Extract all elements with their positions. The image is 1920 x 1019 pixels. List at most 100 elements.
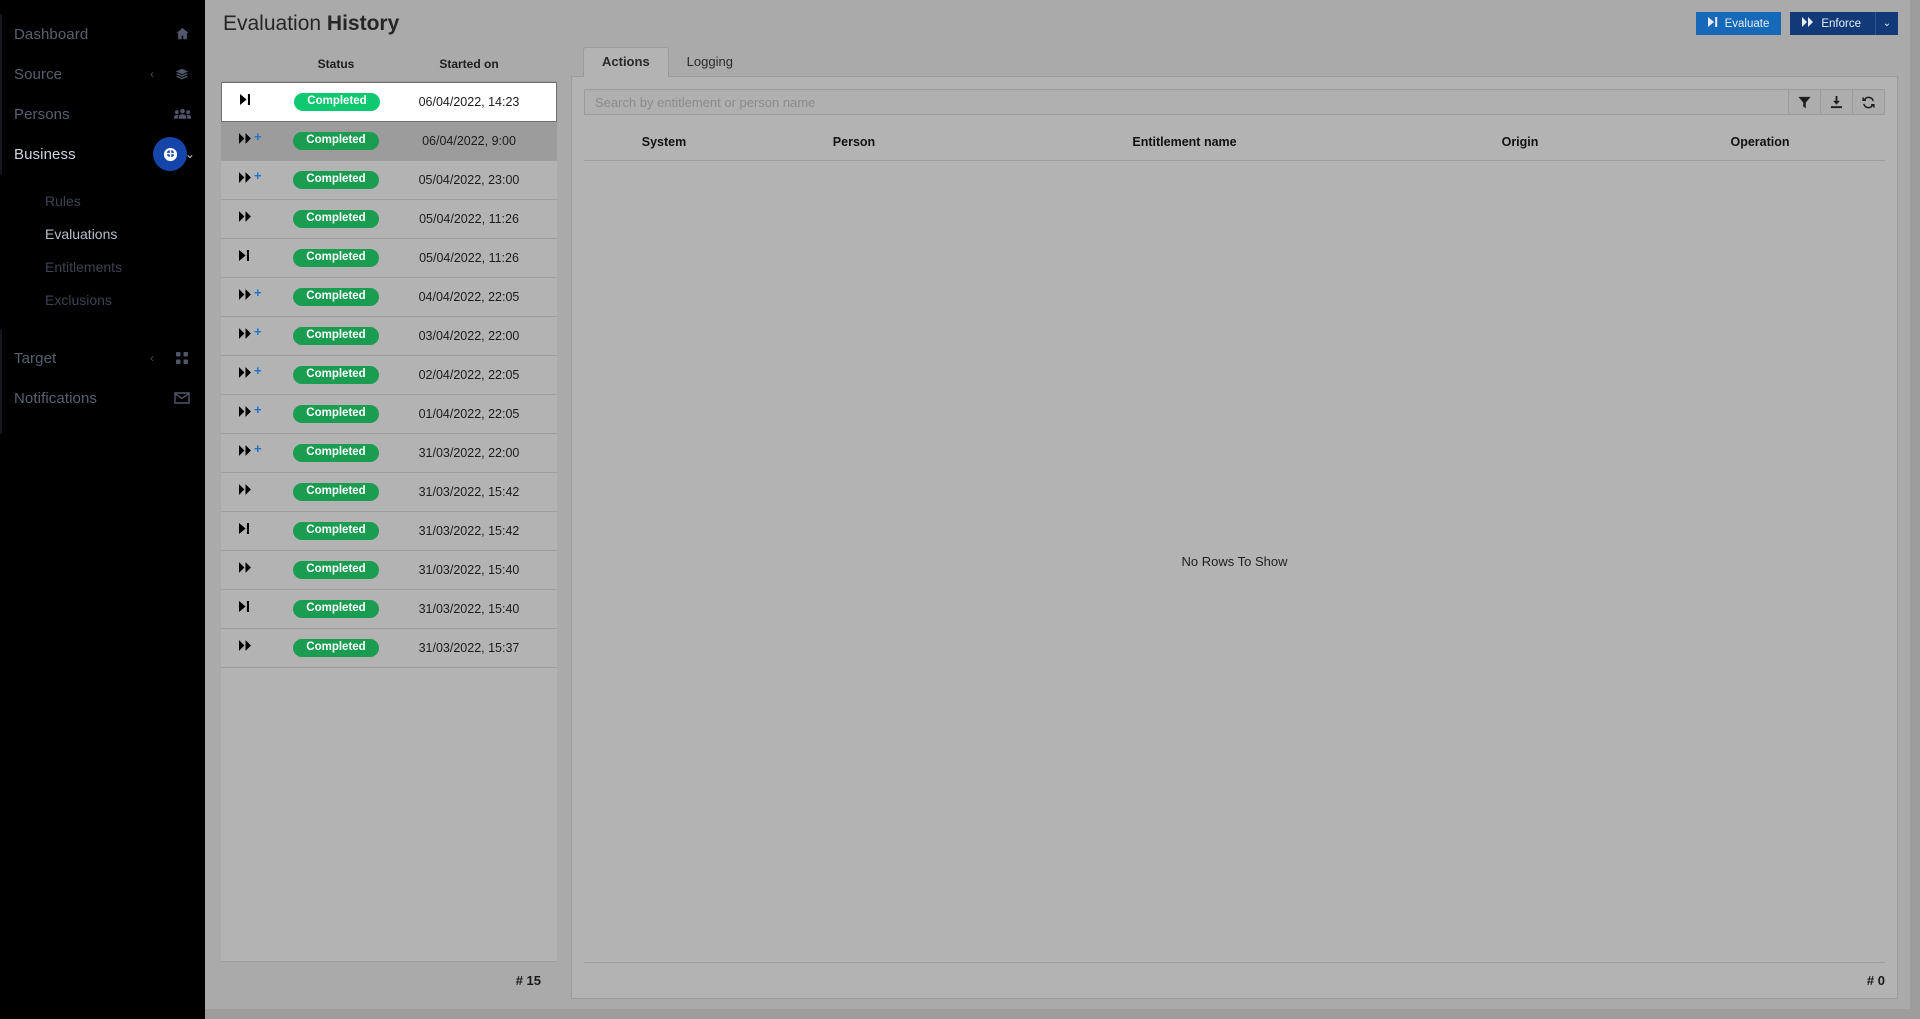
sidebar-item-persons[interactable]: Persons <box>0 94 205 134</box>
sidebar-item-source[interactable]: Source ‹ <box>0 54 205 94</box>
sidebar-item-rules[interactable]: Rules <box>0 184 205 217</box>
grid-col-origin[interactable]: Origin <box>1405 135 1635 149</box>
history-footer: # 15 <box>221 961 557 999</box>
status-badge-label: Completed <box>293 443 379 463</box>
skip-end-icon <box>239 523 250 537</box>
history-row-icons <box>221 239 277 277</box>
status-badge-label: Completed <box>293 287 379 307</box>
history-table-body[interactable]: Completed 06/04/2022, 14:23 + Completed 06/0… <box>221 81 557 961</box>
grid-col-person[interactable]: Person <box>744 135 964 149</box>
grid-col-entitlement-name[interactable]: Entitlement name <box>964 135 1405 149</box>
home-icon <box>167 27 197 41</box>
actions-grid-footer: # 0 <box>584 962 1885 998</box>
tab-logging[interactable]: Logging <box>669 48 751 76</box>
status-badge-label: Completed <box>293 170 379 190</box>
history-col-status: Status <box>317 57 355 71</box>
history-row[interactable]: Completed 31/03/2022, 15:42 <box>221 473 557 512</box>
grid-empty-message: No Rows To Show <box>1181 554 1288 569</box>
sidebar-subitem-label: Evaluations <box>45 225 118 242</box>
history-row-started-on: 31/03/2022, 15:37 <box>418 641 520 655</box>
detail-body: System Person Entitlement name Origin Op… <box>571 77 1898 999</box>
history-row-started-on: 03/04/2022, 22:00 <box>418 329 520 343</box>
sidebar-item-label: Persons <box>14 105 70 123</box>
tab-actions[interactable]: Actions <box>583 47 669 77</box>
status-badge: Completed <box>277 482 395 502</box>
sidebar-subitem-label: Exclusions <box>45 291 112 308</box>
history-row[interactable]: + Completed 31/03/2022, 22:00 <box>221 434 557 473</box>
fast-forward-icon <box>239 562 252 576</box>
filter-icon[interactable] <box>1789 89 1821 115</box>
history-row-icons <box>222 83 278 121</box>
sidebar-item-business[interactable]: Business ⌄ <box>0 134 205 174</box>
search-toolbar <box>584 89 1885 115</box>
download-icon[interactable] <box>1821 89 1853 115</box>
plus-icon: + <box>254 168 262 183</box>
history-row[interactable]: Completed 06/04/2022, 14:23 <box>221 82 557 122</box>
history-row-icons: + <box>221 317 277 355</box>
history-row[interactable]: + Completed 06/04/2022, 9:00 <box>221 122 557 161</box>
history-row[interactable]: + Completed 02/04/2022, 22:05 <box>221 356 557 395</box>
sidebar-item-label: Notifications <box>14 389 98 407</box>
status-badge: Completed <box>277 170 395 190</box>
status-badge-label: Completed <box>293 209 379 229</box>
sidebar-item-dashboard[interactable]: Dashboard <box>0 14 205 54</box>
right-scroll-strip[interactable] <box>1910 0 1920 1019</box>
chevron-left-icon[interactable]: ‹ <box>143 351 161 365</box>
history-row[interactable]: Completed 31/03/2022, 15:40 <box>221 551 557 590</box>
history-row[interactable]: + Completed 03/04/2022, 22:00 <box>221 317 557 356</box>
history-row-icons <box>221 629 277 667</box>
history-row-started-on: 31/03/2022, 15:42 <box>418 524 520 538</box>
refresh-icon[interactable] <box>1853 89 1885 115</box>
top-bar: Evaluation History Evaluate Enforce ⌄ <box>205 0 1910 47</box>
history-row[interactable]: Completed 31/03/2022, 15:40 <box>221 590 557 629</box>
detail-tabs: Actions Logging <box>571 47 1898 77</box>
sidebar-item-exclusions[interactable]: Exclusions <box>0 283 205 316</box>
page-title-bold: History <box>326 11 400 35</box>
enforce-button[interactable]: Enforce <box>1790 12 1875 35</box>
grid-col-system[interactable]: System <box>584 135 744 149</box>
status-badge: Completed <box>277 560 395 580</box>
history-row[interactable]: + Completed 05/04/2022, 23:00 <box>221 161 557 200</box>
fast-forward-icon <box>1802 17 1814 30</box>
status-badge-label: Completed <box>293 599 379 619</box>
fast-forward-icon <box>239 640 252 654</box>
people-icon <box>167 107 197 121</box>
history-row[interactable]: + Completed 01/04/2022, 22:05 <box>221 395 557 434</box>
history-row[interactable]: Completed 31/03/2022, 15:42 <box>221 512 557 551</box>
status-badge-label: Completed <box>293 404 379 424</box>
sidebar-item-notifications[interactable]: Notifications <box>0 378 205 418</box>
skip-end-icon <box>240 94 251 108</box>
skip-end-icon <box>239 250 250 264</box>
skip-end-icon <box>239 601 250 615</box>
history-row-icons: + <box>221 395 277 433</box>
history-row[interactable]: Completed 31/03/2022, 15:37 <box>221 629 557 668</box>
status-badge: Completed <box>277 599 395 619</box>
history-row[interactable]: + Completed 04/04/2022, 22:05 <box>221 278 557 317</box>
main-area: Evaluation History Evaluate Enforce ⌄ St… <box>205 0 1910 1019</box>
status-badge: Completed <box>277 326 395 346</box>
fast-forward-icon <box>239 367 252 381</box>
sidebar-item-evaluations[interactable]: Evaluations <box>0 217 205 250</box>
history-row-started-on: 31/03/2022, 22:00 <box>418 446 520 460</box>
history-row[interactable]: Completed 05/04/2022, 11:26 <box>221 200 557 239</box>
evaluate-button[interactable]: Evaluate <box>1695 12 1782 35</box>
chevron-left-icon[interactable]: ‹ <box>143 67 161 81</box>
status-badge: Completed <box>277 209 395 229</box>
history-row-count: # 15 <box>515 973 541 988</box>
grid-col-operation[interactable]: Operation <box>1635 135 1885 149</box>
history-row-started-on: 31/03/2022, 15:40 <box>418 602 520 616</box>
sidebar-subitem-label: Entitlements <box>45 258 123 275</box>
history-col-started: Started on <box>439 57 499 71</box>
status-badge-label: Completed <box>293 365 379 385</box>
history-row[interactable]: Completed 05/04/2022, 11:26 <box>221 239 557 278</box>
history-row-icons: + <box>221 161 277 199</box>
search-input[interactable] <box>584 89 1789 115</box>
status-badge: Completed <box>277 521 395 541</box>
history-row-icons <box>221 473 277 511</box>
fast-forward-icon <box>239 445 252 459</box>
chevron-down-icon[interactable]: ⌄ <box>1875 12 1898 35</box>
sidebar-item-entitlements[interactable]: Entitlements <box>0 250 205 283</box>
sidebar-item-target[interactable]: Target ‹ <box>0 338 205 378</box>
history-row-started-on: 05/04/2022, 11:26 <box>419 212 519 226</box>
status-badge: Completed <box>277 404 395 424</box>
